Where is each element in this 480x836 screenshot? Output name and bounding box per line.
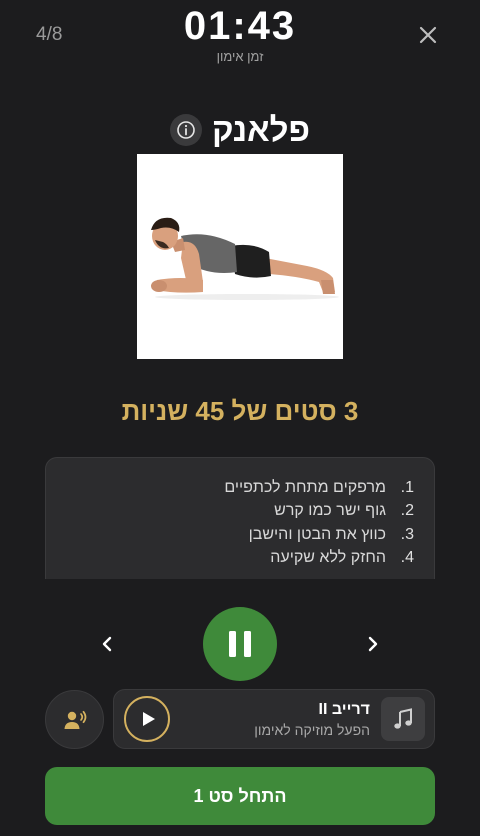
info-button[interactable] [169, 114, 202, 146]
music-note-icon [394, 708, 412, 729]
voice-icon [64, 710, 86, 729]
pause-button[interactable] [203, 607, 277, 681]
instruction-number: 3. [400, 525, 414, 543]
sets-text: 3 סטים של 45 שניות [121, 396, 359, 426]
info-icon [177, 121, 195, 139]
instruction-number: 1. [400, 478, 414, 496]
pause-icon [229, 631, 251, 657]
music-play-button[interactable] [124, 696, 170, 742]
instruction-item: 1. מרפקים מתחת לכתפיים [66, 476, 414, 500]
instruction-item: 2. גוף ישר כמו קרש [66, 500, 414, 524]
plank-illustration [137, 154, 343, 359]
music-player-card[interactable]: דרייב II הפעל מוזיקה לאימון [113, 689, 435, 749]
play-icon [142, 712, 155, 726]
instruction-item: 4. החזק ללא שקיעה [66, 547, 414, 571]
exercise-image [137, 154, 343, 359]
timer-label: זמן אימון [216, 49, 264, 64]
music-artwork [381, 697, 425, 741]
previous-exercise-button[interactable] [92, 629, 122, 659]
instruction-number: 2. [400, 502, 414, 520]
next-exercise-button[interactable] [358, 629, 388, 659]
instruction-text: כווץ את הבטן והישבן [248, 525, 386, 543]
workout-timer: 01:43 [183, 4, 297, 48]
exercise-title-row: פלאנק [0, 111, 480, 149]
exercise-title: פלאנק [211, 111, 311, 148]
start-set-button[interactable]: התחל סט 1 [45, 767, 435, 825]
instruction-text: מרפקים מתחת לכתפיים [224, 478, 386, 496]
close-button[interactable] [416, 23, 440, 47]
chevron-left-icon [102, 636, 112, 652]
instructions-card: 1. מרפקים מתחת לכתפיים 2. גוף ישר כמו קר… [45, 457, 435, 579]
instruction-number: 4. [400, 549, 414, 567]
voice-guidance-button[interactable] [45, 690, 104, 749]
instruction-text: החזק ללא שקיעה [270, 549, 386, 567]
music-subtitle: הפעל מוזיקה לאימון [254, 722, 370, 738]
instruction-text: גוף ישר כמו קרש [274, 502, 386, 520]
music-title: דרייב II [318, 701, 370, 718]
instruction-item: 3. כווץ את הבטן והישבן [66, 523, 414, 547]
close-icon [419, 26, 437, 44]
chevron-right-icon [368, 636, 378, 652]
